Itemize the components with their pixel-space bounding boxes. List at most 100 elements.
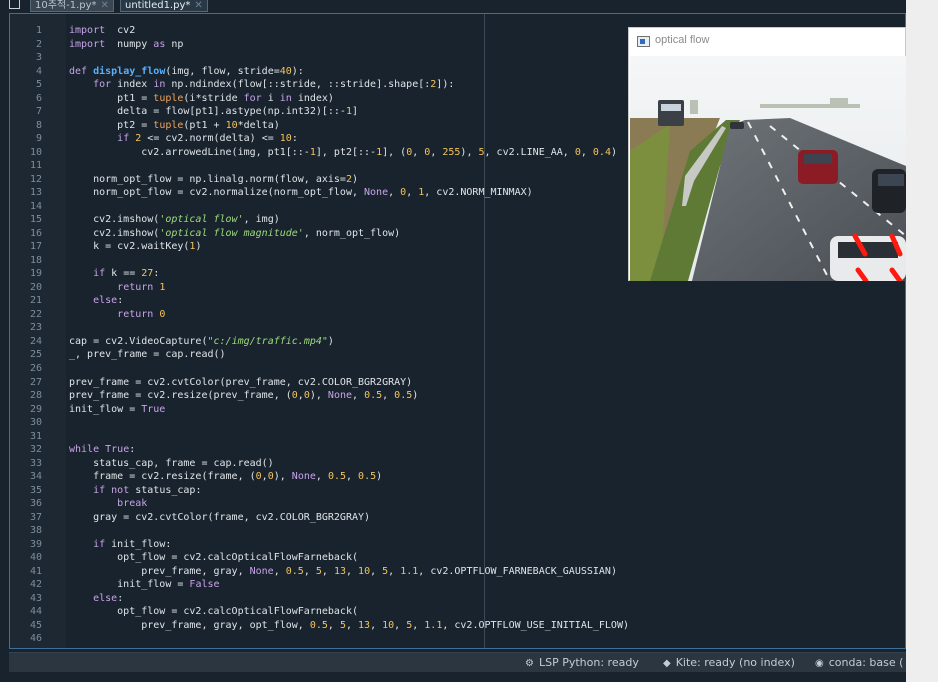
close-icon[interactable]: ✕ <box>101 0 109 11</box>
code-token: cv2.imshow( <box>69 227 160 239</box>
code-token: ], pt2[::- <box>315 146 377 158</box>
code-line[interactable]: return 0 <box>69 308 165 322</box>
line-number: 22 <box>29 308 42 320</box>
code-token: 0.5 <box>394 390 413 402</box>
code-token: *delta) <box>237 119 280 131</box>
code-token: gray = cv2.cvtColor(frame, cv2.COLOR_BGR… <box>69 511 371 523</box>
line-number: 16 <box>29 227 42 239</box>
code-token: , <box>388 565 401 577</box>
line-number: 27 <box>29 376 42 388</box>
code-token: , <box>315 471 328 483</box>
conda-status[interactable]: ◉ conda: base ( <box>815 656 903 669</box>
code-line[interactable]: cv2.imshow('optical flow magnitude', nor… <box>69 227 400 241</box>
line-number: 35 <box>29 484 42 496</box>
code-token: pt2 = <box>69 119 154 131</box>
code-line[interactable]: break <box>69 497 147 511</box>
code-token: ), <box>309 390 328 402</box>
line-number: 36 <box>29 498 42 510</box>
code-line[interactable]: def display_flow(img, flow, stride=40): <box>69 65 304 79</box>
code-token: "c:/img/traffic.mp4" <box>207 335 328 347</box>
code-line[interactable]: if k == 27: <box>69 267 159 281</box>
line-number: 7 <box>35 106 42 118</box>
code-line[interactable]: norm_opt_flow = np.linalg.norm(flow, axi… <box>69 173 358 187</box>
code-token: (img, flow, stride= <box>165 65 280 77</box>
code-token: ), <box>273 471 292 483</box>
code-token: 0.5 <box>285 565 304 577</box>
code-token: init_flow = <box>69 403 142 415</box>
optical-flow-window[interactable]: optical flow <box>628 27 906 281</box>
window-app-icon <box>637 36 650 47</box>
tab-file-1[interactable]: 10추적-1.py* ✕ <box>30 0 114 12</box>
code-line[interactable]: if not status_cap: <box>69 484 201 498</box>
code-line[interactable]: if init_flow: <box>69 538 171 552</box>
code-token: in <box>153 79 166 91</box>
window-titlebar[interactable]: optical flow <box>629 28 905 56</box>
code-token: status_cap, frame = cap.read() <box>69 457 274 469</box>
code-line[interactable]: norm_opt_flow = cv2.normalize(norm_opt_f… <box>69 186 533 200</box>
code-token: np <box>165 38 184 50</box>
code-token: : <box>153 268 160 280</box>
code-line[interactable]: pt2 = tuple(pt1 + 10*delta) <box>69 119 280 133</box>
code-token: : <box>117 295 124 307</box>
new-tab-icon[interactable] <box>9 0 20 9</box>
code-token: status_cap: <box>129 484 202 496</box>
code-token: , <box>346 565 359 577</box>
code-line[interactable]: import numpy as np <box>69 38 183 52</box>
code-token: , <box>345 619 359 631</box>
tab-untitled1[interactable]: untitled1.py* ✕ <box>120 0 208 12</box>
code-line[interactable]: else: <box>69 294 123 308</box>
code-line[interactable]: import cv2 <box>69 24 135 38</box>
code-line[interactable]: k = cv2.waitKey(1) <box>69 240 201 254</box>
code-token: return <box>117 281 154 293</box>
code-token: None <box>291 471 316 483</box>
code-line[interactable]: prev_frame = cv2.cvtColor(prev_frame, cv… <box>69 376 412 390</box>
code-token: False <box>189 579 220 591</box>
kite-status[interactable]: ◆ Kite: ready (no index) <box>663 656 795 669</box>
code-token: , <box>406 187 419 199</box>
code-line[interactable]: if 2 <= cv2.norm(delta) <= 10: <box>69 132 298 146</box>
code-token: ) <box>351 173 359 185</box>
code-token: True <box>141 403 166 415</box>
code-line[interactable]: prev_frame, gray, opt_flow, 0.5, 5, 13, … <box>69 619 629 633</box>
code-token: 'optical flow magnitude' <box>159 227 304 239</box>
line-number: 46 <box>29 633 42 645</box>
code-token: import <box>69 25 106 36</box>
code-token: init_flow = <box>69 579 190 591</box>
code-line[interactable]: for index in np.ndindex(flow[::stride, :… <box>69 78 454 92</box>
line-number: 26 <box>29 363 42 374</box>
close-icon[interactable]: ✕ <box>194 0 202 11</box>
code-line[interactable] <box>69 646 93 648</box>
code-line[interactable]: prev_frame, gray, None, 0.5, 5, 13, 10, … <box>69 565 617 579</box>
code-line[interactable]: cv2.arrowedLine(img, pt1[::-1], pt2[::-1… <box>69 146 617 160</box>
code-line[interactable]: frame = cv2.resize(frame, (0,0), None, 0… <box>69 470 382 484</box>
code-line[interactable]: opt_flow = cv2.calcOpticalFlowFarneback( <box>69 605 358 619</box>
code-token: ] <box>351 106 359 118</box>
line-number: 41 <box>29 565 42 577</box>
code-line[interactable]: init_flow = True <box>69 403 165 417</box>
lsp-status[interactable]: ⚙ LSP Python: ready <box>525 656 639 669</box>
code-line[interactable]: _, prev_frame = cap.read() <box>69 348 226 362</box>
line-number: 28 <box>29 390 42 402</box>
code-line[interactable]: gray = cv2.cvtColor(frame, cv2.COLOR_BGR… <box>69 511 370 525</box>
code-line[interactable]: cv2.imshow('optical flow', img) <box>69 213 280 227</box>
code-line[interactable]: init_flow = False <box>69 578 220 592</box>
code-line[interactable]: prev_frame = cv2.resize(prev_frame, (0,0… <box>69 389 418 403</box>
code-line[interactable]: return 1 <box>69 281 165 295</box>
code-line[interactable]: delta = flow[pt1].astype(np.int32)[::-1] <box>69 105 358 119</box>
code-token: , cv2.NORM_MINMAX) <box>424 187 533 199</box>
code-token: , <box>388 187 401 199</box>
code-line[interactable]: opt_flow = cv2.calcOpticalFlowFarneback( <box>69 551 358 565</box>
code-line[interactable]: while True: <box>69 443 135 457</box>
code-token: def <box>69 65 94 77</box>
code-line[interactable]: pt1 = tuple(i*stride for i in index) <box>69 92 334 106</box>
line-number: 8 <box>35 119 42 131</box>
code-token: ) <box>610 146 617 158</box>
code-line[interactable]: cap = cv2.VideoCapture("c:/img/traffic.m… <box>69 335 334 349</box>
line-number: 34 <box>29 471 42 483</box>
code-token: opt_flow = cv2.calcOpticalFlowFarneback( <box>69 606 358 618</box>
code-line[interactable]: else: <box>69 592 123 606</box>
code-line[interactable]: status_cap, frame = cap.read() <box>69 457 274 471</box>
